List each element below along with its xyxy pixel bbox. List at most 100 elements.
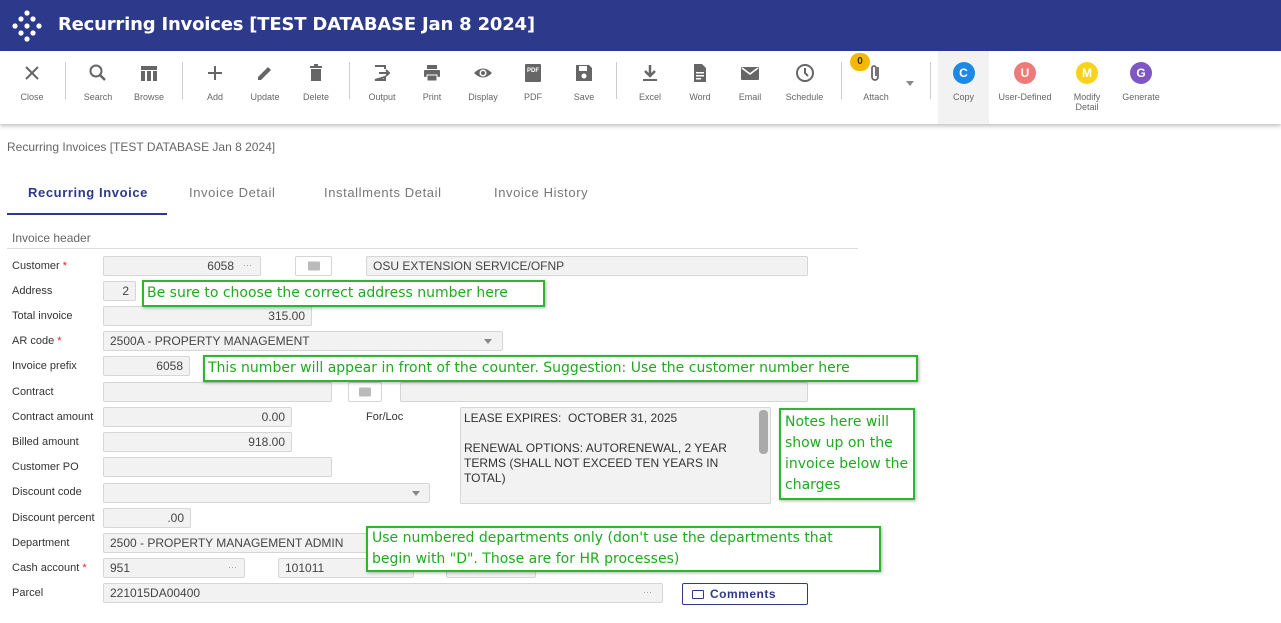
copy-letter-icon: C	[952, 62, 975, 84]
excel-button[interactable]: Excel	[630, 51, 670, 124]
customer-name-field: OSU EXTENSION SERVICE/OFNP	[366, 256, 808, 276]
customer-po-field[interactable]	[103, 457, 332, 477]
notes-scrollbar[interactable]	[759, 410, 768, 454]
delete-button[interactable]: Delete	[296, 51, 336, 124]
output-button[interactable]: Output	[362, 51, 402, 124]
tab-invoice-history[interactable]: Invoice History	[494, 185, 588, 200]
pencil-icon	[258, 67, 271, 80]
modify-detail-button[interactable]: M Modify Detail	[1066, 51, 1108, 124]
generate-letter-icon: G	[1130, 62, 1152, 84]
folder-icon	[307, 261, 320, 271]
copy-button[interactable]: C Copy	[943, 51, 984, 124]
notes-callout: Notes here will show up on the invoice b…	[779, 408, 915, 500]
total-invoice-field: 315.00	[103, 306, 312, 326]
save-button[interactable]: Save	[564, 51, 604, 124]
active-tab-indicator	[7, 213, 167, 215]
display-button[interactable]: Display	[463, 51, 503, 124]
user-defined-letter-icon: U	[1014, 62, 1036, 84]
discount-code-label: Discount code	[12, 486, 82, 498]
address-label: Address	[12, 285, 53, 297]
envelope-icon	[741, 67, 759, 80]
app-logo-icon	[12, 10, 42, 42]
ar-code-dropdown-icon[interactable]	[484, 339, 492, 344]
customer-field[interactable]: 6058	[103, 256, 261, 276]
browse-button[interactable]: Browse	[129, 51, 169, 124]
tab-installments-detail[interactable]: Installments Detail	[324, 185, 442, 200]
address-field[interactable]: 2	[103, 281, 136, 301]
print-button[interactable]: Print	[412, 51, 452, 124]
word-button[interactable]: Word	[680, 51, 720, 124]
cash-account-label: Cash account *	[12, 562, 87, 574]
parcel-field[interactable]: 221015DA00400	[103, 583, 663, 603]
title-bar: Recurring Invoices [TEST DATABASE Jan 8 …	[0, 0, 1281, 51]
discount-code-dropdown-icon[interactable]	[412, 491, 420, 496]
attach-dropdown-caret-icon[interactable]	[906, 81, 914, 86]
document-icon	[694, 64, 706, 82]
comments-button[interactable]: Comments	[682, 583, 808, 605]
trash-icon	[310, 64, 322, 81]
notes-textarea[interactable]: LEASE EXPIRES: OCTOBER 31, 2025 RENEWAL …	[460, 407, 771, 504]
toolbar-divider	[616, 62, 617, 99]
email-button[interactable]: Email	[730, 51, 770, 124]
browse-icon	[141, 66, 157, 81]
folder-icon	[359, 387, 371, 397]
for-loc-label: For/Loc	[366, 411, 404, 423]
total-invoice-label: Total invoice	[12, 310, 73, 322]
toolbar-divider	[182, 62, 183, 99]
contract-amount-label: Contract amount	[12, 411, 94, 423]
department-field[interactable]: 2500 - PROPERTY MANAGEMENT ADMIN	[103, 533, 381, 553]
download-icon	[643, 65, 657, 81]
pdf-button[interactable]: PDF PDF	[513, 51, 553, 124]
parcel-label: Parcel	[12, 587, 44, 599]
discount-code-select[interactable]	[103, 483, 430, 503]
printer-icon	[424, 65, 440, 82]
toolbar-divider	[841, 62, 842, 99]
svg-text:PDF: PDF	[527, 68, 539, 74]
folder-icon	[692, 590, 704, 599]
contract-name-field	[400, 382, 808, 402]
ar-code-select[interactable]: 2500A - PROPERTY MANAGEMENT	[103, 331, 503, 351]
customer-folder-button[interactable]	[295, 256, 332, 276]
invoice-prefix-label: Invoice prefix	[12, 360, 77, 372]
clock-icon	[795, 64, 814, 82]
parcel-lookup-icon[interactable]: ···	[643, 587, 652, 597]
address-callout: Be sure to choose the correct address nu…	[142, 280, 545, 307]
output-icon	[374, 65, 391, 81]
comments-label: Comments	[710, 587, 777, 601]
tab-invoice-detail[interactable]: Invoice Detail	[189, 185, 275, 200]
update-button[interactable]: Update	[245, 51, 285, 124]
ar-code-label: AR code *	[12, 335, 62, 347]
cash-account-lookup-icon[interactable]: ···	[228, 562, 237, 572]
tab-recurring-invoice[interactable]: Recurring Invoice	[28, 185, 148, 200]
customer-label: Customer *	[12, 260, 68, 272]
add-button[interactable]: Add	[195, 51, 235, 124]
contract-field[interactable]	[103, 382, 332, 402]
detail-label: Detail	[1075, 102, 1099, 112]
department-label: Department	[12, 537, 70, 549]
discount-percent-field[interactable]: .00	[103, 508, 191, 528]
plus-icon	[208, 66, 222, 80]
cash-account-fund-field[interactable]: 951	[103, 558, 245, 578]
discount-percent-label: Discount percent	[12, 512, 95, 524]
notes-text: LEASE EXPIRES: OCTOBER 31, 2025 RENEWAL …	[464, 411, 727, 503]
invoice-prefix-field[interactable]: 6058	[103, 356, 190, 376]
toolbar: Close Search Browse Add Update Delete Ou…	[0, 51, 1281, 124]
billed-amount-label: Billed amount	[12, 436, 79, 448]
schedule-button[interactable]: Schedule	[782, 51, 827, 124]
search-button[interactable]: Search	[78, 51, 118, 124]
close-button[interactable]: Close	[12, 51, 52, 124]
user-defined-button[interactable]: U User-Defined	[996, 51, 1054, 124]
modify-letter-icon: M	[1076, 62, 1098, 84]
toolbar-divider	[349, 62, 350, 99]
search-icon	[89, 64, 106, 81]
contract-folder-button[interactable]	[348, 382, 382, 402]
contract-amount-field: 0.00	[103, 407, 292, 427]
breadcrumb: Recurring Invoices [TEST DATABASE Jan 8 …	[7, 140, 276, 154]
billed-amount-field: 918.00	[103, 432, 292, 452]
customer-lookup-icon[interactable]: ···	[243, 260, 252, 270]
generate-button[interactable]: G Generate	[1119, 51, 1163, 124]
window-title: Recurring Invoices [TEST DATABASE Jan 8 …	[58, 14, 535, 35]
department-callout: Use numbered departments only (don't use…	[366, 526, 881, 572]
attach-count-badge: 0	[850, 53, 870, 71]
modify-label: Modify	[1073, 92, 1101, 102]
